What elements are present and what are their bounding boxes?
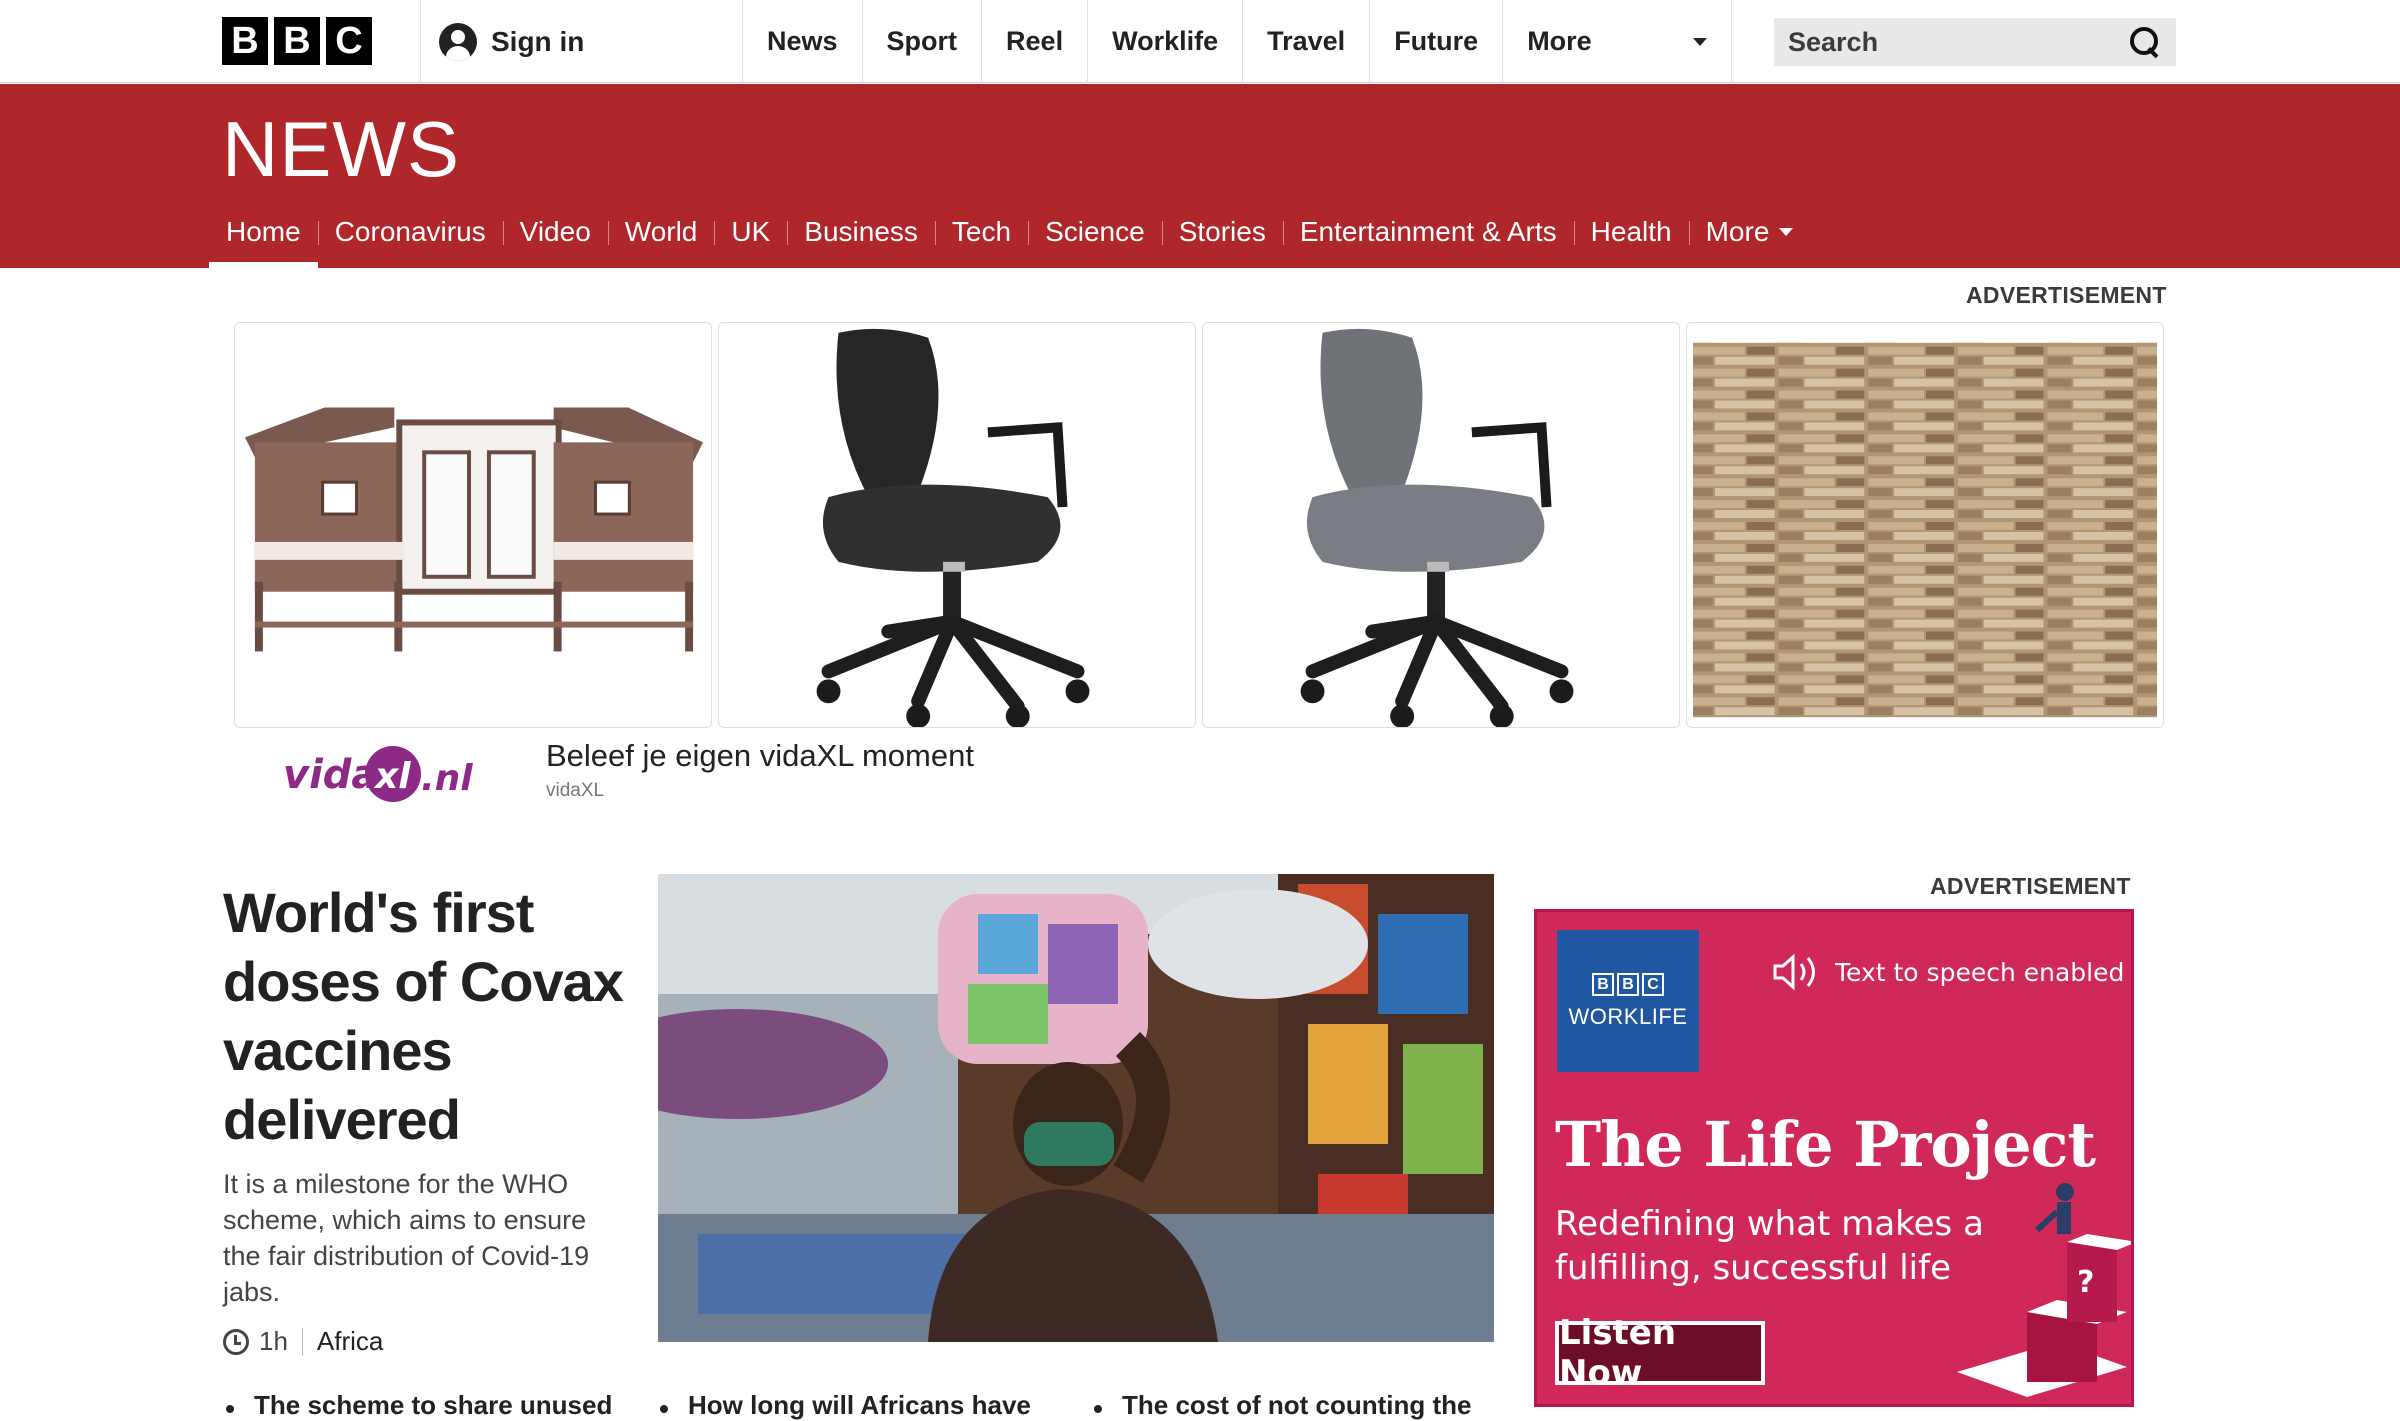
- story-timestamp: 1h: [259, 1326, 288, 1356]
- bullet-dot: [226, 1405, 234, 1413]
- global-nav-reel[interactable]: Reel: [981, 0, 1087, 83]
- rabbit-hutch-image: [244, 407, 704, 652]
- news-logo[interactable]: NEWS: [222, 104, 460, 195]
- related-link-text: The scheme to share unused: [254, 1390, 613, 1420]
- chevron-down-icon: [1779, 228, 1794, 236]
- bullet-dot: [1094, 1405, 1102, 1413]
- news-nav-uk[interactable]: UK: [714, 196, 787, 268]
- news-nav-world[interactable]: World: [607, 196, 715, 268]
- bbc-top-bar: B B C Sign in News Sport Reel Worklife T…: [0, 0, 2400, 83]
- related-link-text: The cost of not counting the: [1122, 1390, 1472, 1420]
- global-nav-more[interactable]: More: [1502, 0, 1733, 83]
- market-photo: [658, 874, 1494, 1342]
- bbc-logo-letter: B: [1592, 972, 1614, 996]
- worklife-wordmark: WORKLIFE: [1568, 1003, 1688, 1029]
- global-nav-news[interactable]: News: [742, 0, 862, 83]
- user-icon: [439, 22, 477, 61]
- stone-wall-image: [1692, 342, 2158, 718]
- listen-now-button[interactable]: Listen Now: [1555, 1313, 1765, 1393]
- bbc-global-nav: News Sport Reel Worklife Travel Future M…: [742, 0, 1733, 83]
- news-nav-more-label: More: [1705, 216, 1770, 247]
- news-nav-home[interactable]: Home: [209, 196, 318, 268]
- ad-headline[interactable]: Beleef je eigen vidaXL moment: [546, 738, 974, 774]
- tts-label: Text to speech enabled: [1835, 957, 2125, 987]
- related-link-text: How long will Africans have: [688, 1390, 1031, 1420]
- ad-product-black-office-chair[interactable]: [718, 322, 1196, 728]
- lead-story-summary: It is a milestone for the WHO scheme, wh…: [223, 1169, 590, 1307]
- bbc-logo-letter: B: [274, 17, 320, 65]
- chevron-down-icon: [1693, 37, 1708, 46]
- advertisement-label: ADVERTISEMENT: [1966, 282, 2167, 308]
- vidaxl-logo[interactable]: vida xl .nl: [283, 738, 483, 808]
- svg-text:?: ?: [2077, 1265, 2094, 1300]
- search-input[interactable]: [1788, 26, 2108, 58]
- lead-story-headline[interactable]: World's first doses of Covax vaccines de…: [223, 878, 624, 1154]
- global-nav-worklife[interactable]: Worklife: [1087, 0, 1242, 83]
- bbc-logo-letter: C: [1642, 972, 1664, 996]
- related-link[interactable]: The scheme to share unused: [226, 1390, 612, 1421]
- related-link[interactable]: The cost of not counting the: [1094, 1390, 1472, 1421]
- news-nav-stories[interactable]: Stories: [1161, 196, 1283, 268]
- news-nav-more[interactable]: More: [1688, 196, 1811, 268]
- news-nav-science[interactable]: Science: [1028, 196, 1162, 268]
- sign-in-link[interactable]: Sign in: [420, 0, 742, 83]
- ad-product-grey-office-chair[interactable]: [1202, 322, 1680, 728]
- search-box: [1774, 18, 2176, 66]
- bbc-logo[interactable]: B B C: [222, 17, 372, 65]
- speaker-icon: [1773, 953, 1815, 991]
- grey-chair-image: [1300, 328, 1574, 727]
- news-nav: Home Coronavirus Video World UK Business…: [209, 196, 1810, 268]
- lead-story-image[interactable]: [658, 874, 1494, 1342]
- news-nav-business[interactable]: Business: [787, 196, 935, 268]
- news-nav-tech[interactable]: Tech: [934, 196, 1028, 268]
- search-icon[interactable]: [2128, 25, 2162, 59]
- bullet-dot: [660, 1405, 668, 1413]
- black-chair-image: [816, 328, 1090, 727]
- meta-divider: [301, 1327, 303, 1356]
- news-nav-coronavirus[interactable]: Coronavirus: [317, 196, 503, 268]
- bbc-worklife-logo: B B C WORKLIFE: [1557, 930, 1699, 1072]
- advertisement-label: ADVERTISEMENT: [1930, 873, 2131, 899]
- global-nav-more-label: More: [1527, 26, 1592, 56]
- worklife-ad[interactable]: B B C WORKLIFE Text to speech enabled Th…: [1534, 909, 2134, 1407]
- sign-in-label: Sign in: [491, 25, 585, 57]
- global-nav-future[interactable]: Future: [1369, 0, 1502, 83]
- story-section-tag[interactable]: Africa: [317, 1326, 383, 1357]
- svg-text:.nl: .nl: [421, 758, 473, 799]
- ad-product-rabbit-hutch[interactable]: [234, 322, 712, 728]
- bbc-logo-small: B B C: [1592, 972, 1664, 996]
- clock-icon: [223, 1328, 249, 1355]
- vidaxl-brand-logo: vida xl .nl: [283, 746, 473, 802]
- ad-product-stone-wall-panel[interactable]: [1686, 322, 2164, 728]
- global-nav-sport[interactable]: Sport: [861, 0, 982, 83]
- bbc-logo-letter: B: [222, 17, 268, 65]
- bbc-logo-letter: B: [1617, 972, 1639, 996]
- svg-text:xl: xl: [373, 756, 411, 797]
- svg-text:vida: vida: [283, 752, 378, 798]
- bbc-logo-letter: C: [326, 17, 372, 65]
- ad-advertiser: vidaXL: [546, 780, 605, 801]
- stairs-illustration: ?: [1957, 1183, 2131, 1397]
- news-nav-video[interactable]: Video: [502, 196, 608, 268]
- vidaxl-ad-products: [234, 322, 2164, 728]
- text-to-speech-note: Text to speech enabled: [1771, 952, 2124, 992]
- news-header: NEWS Home Coronavirus Video World UK Bus…: [0, 84, 2400, 268]
- ad-title: The Life Project: [1555, 1108, 2096, 1181]
- lead-story-meta: 1h Africa: [223, 1326, 383, 1357]
- news-nav-entertainment-arts[interactable]: Entertainment & Arts: [1282, 196, 1574, 268]
- global-nav-travel[interactable]: Travel: [1242, 0, 1369, 83]
- news-nav-health[interactable]: Health: [1573, 196, 1689, 268]
- related-link[interactable]: How long will Africans have: [660, 1390, 1031, 1421]
